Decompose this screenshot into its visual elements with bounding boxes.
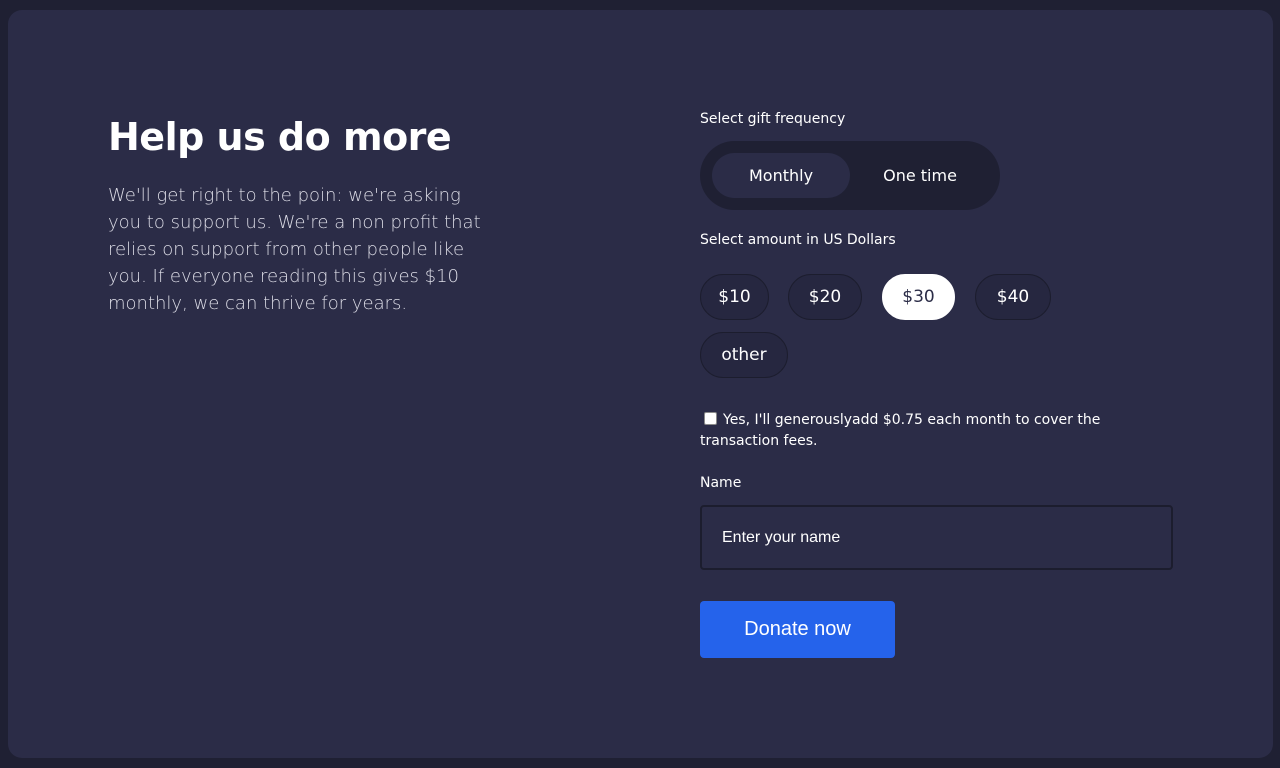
intro-text: We'll get right to the poin: we're askin…	[108, 185, 481, 314]
fee-checkbox[interactable]	[704, 412, 717, 425]
fee-text: Yes, I'll generouslyadd $0.75 each month…	[700, 412, 1101, 449]
fee-row: Yes, I'll generouslyadd $0.75 each month…	[700, 410, 1140, 452]
name-label: Name	[700, 475, 742, 491]
donate-button[interactable]: Donate now	[700, 601, 895, 658]
page-title: Help us do more	[108, 115, 452, 159]
frequency-monthly-button[interactable]: Monthly	[712, 153, 850, 198]
amount-10-button[interactable]: $10	[700, 274, 769, 320]
name-input[interactable]	[700, 505, 1173, 570]
frequency-toggle: Monthly One time	[700, 141, 1000, 210]
amount-other-button[interactable]: other	[700, 332, 788, 378]
frequency-one-time-button[interactable]: One time	[850, 153, 990, 198]
amount-label: Select amount in US Dollars	[700, 232, 896, 248]
amount-20-button[interactable]: $20	[788, 274, 862, 320]
amount-40-button[interactable]: $40	[975, 274, 1051, 320]
amount-30-button[interactable]: $30	[882, 274, 955, 320]
frequency-label: Select gift frequency	[700, 111, 846, 127]
